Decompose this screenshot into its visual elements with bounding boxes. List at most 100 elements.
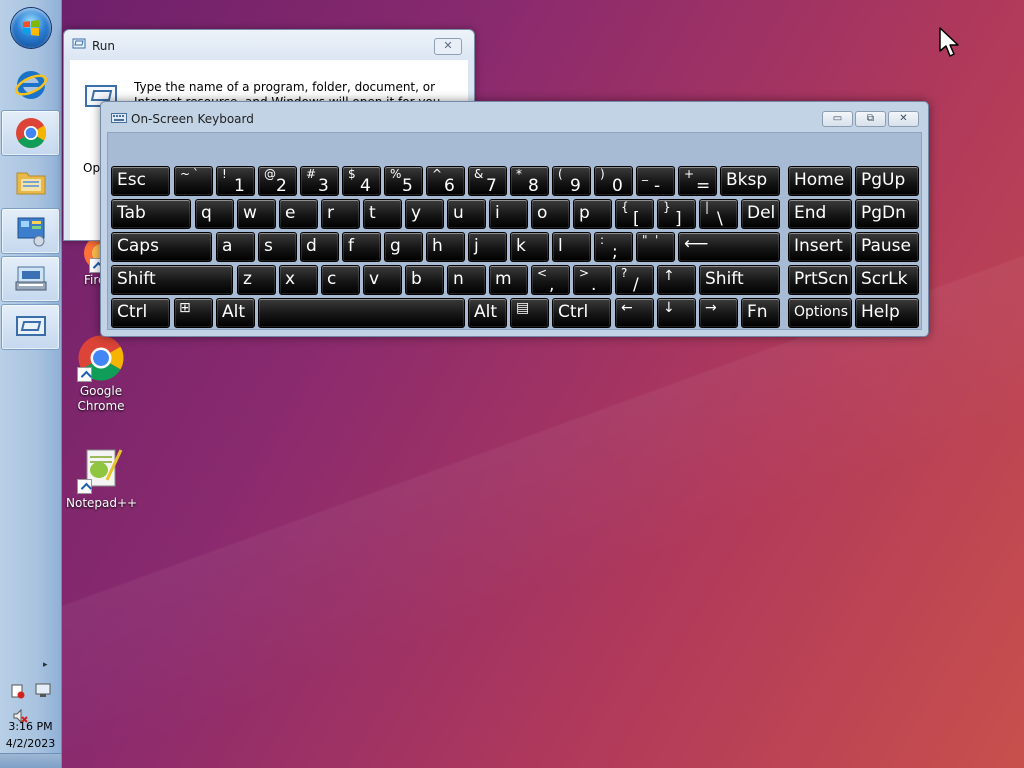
run-titlebar[interactable]: Run ✕ [64, 30, 474, 60]
key-c[interactable]: c [321, 265, 360, 295]
key-tab[interactable]: Tab [111, 199, 191, 229]
osk-titlebar[interactable]: On-Screen Keyboard ▭ ⧉ ✕ [101, 102, 928, 130]
key-right-bracket[interactable]: }] [657, 199, 696, 229]
key-fn[interactable]: Fn [741, 298, 780, 328]
key-esc[interactable]: Esc [111, 166, 170, 196]
taskbar-chrome[interactable] [1, 110, 60, 156]
key-2[interactable]: @2 [258, 166, 297, 196]
key-q[interactable]: q [195, 199, 234, 229]
osk-close-button[interactable]: ✕ [888, 111, 919, 127]
show-desktop-button[interactable] [0, 753, 61, 768]
key-alt-right[interactable]: Alt [468, 298, 507, 328]
key-9[interactable]: (9 [552, 166, 591, 196]
key-o[interactable]: o [531, 199, 570, 229]
osk-minimize-button[interactable]: ▭ [822, 111, 853, 127]
key-6[interactable]: ^ 6 [426, 166, 465, 196]
key-left-bracket[interactable]: {[ [615, 199, 654, 229]
key-space[interactable] [258, 298, 465, 328]
key-left-arrow[interactable]: ← [615, 298, 654, 328]
run-close-button[interactable]: ✕ [434, 38, 462, 55]
key-ctrl-left[interactable]: Ctrl [111, 298, 170, 328]
taskbar-control-panel[interactable] [1, 208, 60, 254]
key-r[interactable]: r [321, 199, 360, 229]
taskbar-internet-explorer[interactable] [1, 62, 60, 106]
key-backspace[interactable]: Bksp [720, 166, 780, 196]
key-t[interactable]: t [363, 199, 402, 229]
key-help[interactable]: Help [855, 298, 919, 328]
key-end[interactable]: End [788, 199, 852, 229]
start-button[interactable] [11, 8, 51, 48]
key-options[interactable]: Options [788, 298, 852, 328]
key-j[interactable]: j [468, 232, 507, 262]
key-caps[interactable]: Caps [111, 232, 212, 262]
key-period[interactable]: >. [573, 265, 612, 295]
key-n[interactable]: n [447, 265, 486, 295]
key-backslash[interactable]: | \ [699, 199, 738, 229]
key-y[interactable]: y [405, 199, 444, 229]
key-5[interactable]: % 5 [384, 166, 423, 196]
key-u[interactable]: u [447, 199, 486, 229]
desktop-icon-label: Google Chrome [77, 384, 125, 413]
key-up-arrow[interactable]: ↑ [657, 265, 696, 295]
key-home[interactable]: Home [788, 166, 852, 196]
clock-time[interactable]: 3:16 PM [0, 720, 61, 733]
key-quote[interactable]: " ' [636, 232, 675, 262]
key-d[interactable]: d [300, 232, 339, 262]
keyboard-icon [111, 113, 127, 123]
desktop-icon-google-chrome[interactable]: Google Chrome [66, 334, 136, 414]
taskbar-on-screen-keyboard[interactable] [1, 256, 60, 302]
key-3[interactable]: #3 [300, 166, 339, 196]
key-equals[interactable]: + = [678, 166, 717, 196]
clock-date[interactable]: 4/2/2023 [0, 737, 61, 750]
key-x[interactable]: x [279, 265, 318, 295]
key-prtscn[interactable]: PrtScn [788, 265, 852, 295]
key-right-arrow[interactable]: → [699, 298, 738, 328]
control-panel-icon [17, 217, 44, 247]
key-shift-left[interactable]: Shift [111, 265, 233, 295]
key-k[interactable]: k [510, 232, 549, 262]
taskbar-run[interactable] [1, 304, 60, 350]
key-ctrl-right[interactable]: Ctrl [552, 298, 611, 328]
key-w[interactable]: w [237, 199, 276, 229]
key-l[interactable]: l [552, 232, 591, 262]
key-pgdn[interactable]: PgDn [855, 199, 919, 229]
key-pgup[interactable]: PgUp [855, 166, 919, 196]
key-e[interactable]: e [279, 199, 318, 229]
key-b[interactable]: b [405, 265, 444, 295]
network-status-icon[interactable] [10, 682, 54, 700]
key-semicolon[interactable]: :; [594, 232, 633, 262]
key-f[interactable]: f [342, 232, 381, 262]
key-1[interactable]: ! 1 [216, 166, 255, 196]
key-m[interactable]: m [489, 265, 528, 295]
key-4[interactable]: $4 [342, 166, 381, 196]
key-g[interactable]: g [384, 232, 423, 262]
key-windows[interactable]: ⊞ [174, 298, 213, 328]
taskbar-file-explorer[interactable] [1, 160, 60, 204]
key-down-arrow[interactable]: ↓ [657, 298, 696, 328]
key-enter[interactable]: ⟵ [678, 232, 780, 262]
key-comma[interactable]: <, [531, 265, 570, 295]
key-del[interactable]: Del [741, 199, 780, 229]
key-insert[interactable]: Insert [788, 232, 852, 262]
key-z[interactable]: z [237, 265, 276, 295]
desktop-icon-notepad-plus-plus[interactable]: Notepad++ [66, 446, 137, 511]
key-7[interactable]: & 7 [468, 166, 507, 196]
key-scrlk[interactable]: ScrLk [855, 265, 919, 295]
key-8[interactable]: * 8 [510, 166, 549, 196]
key-shift-right[interactable]: Shift [699, 265, 780, 295]
key-a[interactable]: a [216, 232, 255, 262]
show-hidden-icons-button[interactable]: ▸ [43, 660, 48, 670]
osk-restore-button[interactable]: ⧉ [855, 111, 886, 127]
key-minus[interactable]: _ - [636, 166, 675, 196]
key-p[interactable]: p [573, 199, 612, 229]
key-0[interactable]: ) 0 [594, 166, 633, 196]
key-slash[interactable]: ? / [615, 265, 654, 295]
key-v[interactable]: v [363, 265, 402, 295]
key-context-menu[interactable]: ▤ [510, 298, 549, 328]
key-h[interactable]: h [426, 232, 465, 262]
key-i[interactable]: i [489, 199, 528, 229]
key-alt-left[interactable]: Alt [216, 298, 255, 328]
key-pause[interactable]: Pause [855, 232, 919, 262]
key-s[interactable]: s [258, 232, 297, 262]
key-backtick[interactable]: ~ ` [174, 166, 213, 196]
